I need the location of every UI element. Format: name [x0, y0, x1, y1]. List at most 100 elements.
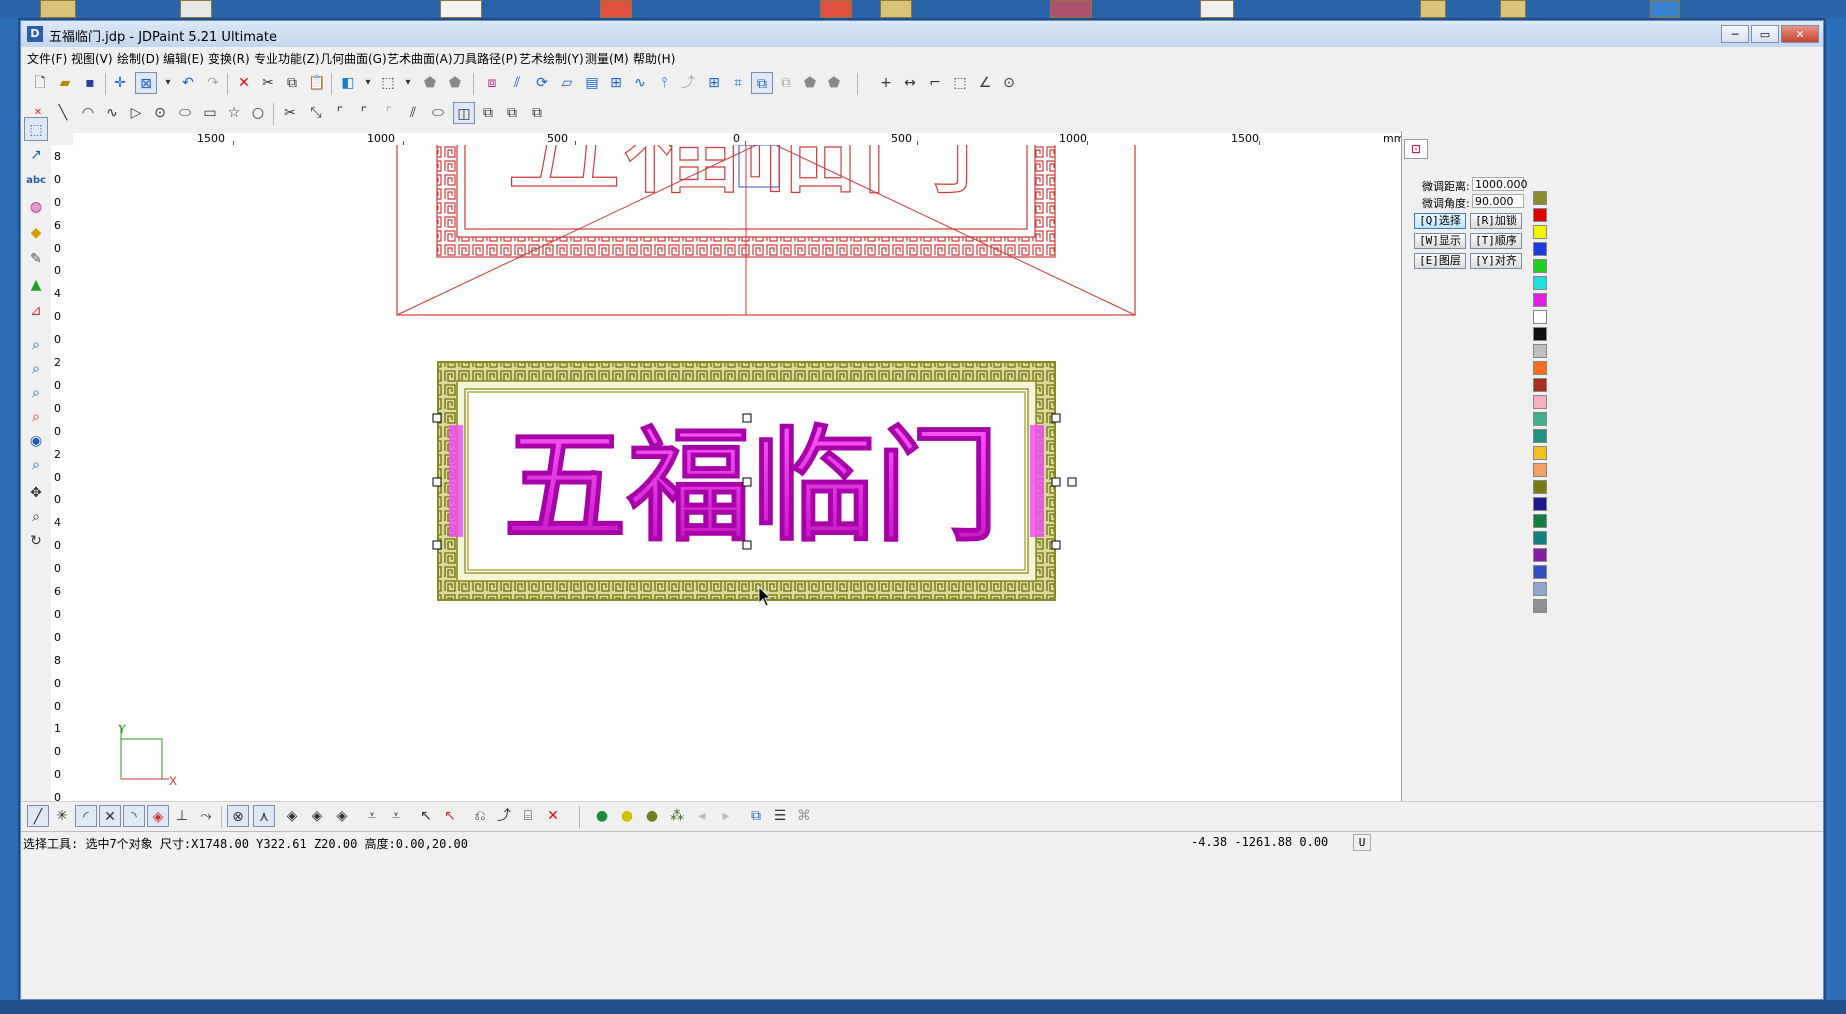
copy-icon[interactable]: ⧉: [281, 72, 303, 94]
node-diamond-alt-icon[interactable]: ◈: [306, 805, 328, 827]
angle-field[interactable]: 90.000: [1472, 194, 1524, 208]
snap-intersect-icon[interactable]: ✕: [99, 805, 121, 827]
menu-measure[interactable]: 测量(M): [585, 50, 629, 67]
undo-icon[interactable]: ↶: [177, 72, 199, 94]
ellipse-icon[interactable]: ⬭: [174, 102, 196, 124]
trim-curve-icon[interactable]: ✂: [279, 102, 301, 124]
circle-icon[interactable]: ○: [247, 102, 269, 124]
lamp-icon[interactable]: ⌘: [793, 805, 815, 827]
grid-icon[interactable]: ⊞: [703, 72, 725, 94]
menu-help[interactable]: 帮助(H): [633, 50, 675, 67]
color-swatch[interactable]: [1533, 582, 1547, 596]
copy-props-icon[interactable]: ⧉: [745, 805, 767, 827]
color-swatch[interactable]: [1533, 531, 1547, 545]
boolean-icon[interactable]: ⧉: [477, 102, 499, 124]
color-swatch[interactable]: [1533, 293, 1547, 307]
color-swatch[interactable]: [1533, 208, 1547, 222]
open-folder-icon[interactable]: ▰: [54, 72, 76, 94]
circle-center-icon[interactable]: ⊙: [149, 102, 171, 124]
crosshair-icon[interactable]: ✛: [109, 72, 131, 94]
snap-perpendicular-icon[interactable]: ⊥: [171, 805, 193, 827]
color-swatch[interactable]: [1533, 429, 1547, 443]
box-dropdown-icon[interactable]: ▾: [397, 72, 419, 94]
color-swatch[interactable]: [1533, 599, 1547, 613]
title-bar[interactable]: D 五福临门.jdp - JDPaint 5.21 Ultimate ─ ▭ ✕: [21, 21, 1823, 47]
corner-icon[interactable]: ⌜: [378, 102, 400, 124]
node-diamond-alt2-icon[interactable]: ◈: [331, 805, 353, 827]
point-icon[interactable]: +: [875, 72, 897, 94]
node-edit-icon[interactable]: ↗: [24, 143, 48, 167]
cut-icon[interactable]: ✂: [257, 72, 279, 94]
zoom-out-icon[interactable]: ⌕: [24, 357, 48, 381]
select-button[interactable]: [Q]选择: [1414, 213, 1466, 229]
zoom-in-icon[interactable]: ⌕: [24, 381, 48, 405]
group-icon[interactable]: ⧈: [481, 72, 503, 94]
select-box-icon[interactable]: ⊠: [135, 72, 157, 94]
color-swatch[interactable]: [1533, 395, 1547, 409]
menu-geometry-surface[interactable]: 几何曲面(G): [320, 50, 387, 67]
color-swatch[interactable]: [1533, 514, 1547, 528]
color-swatch[interactable]: [1533, 327, 1547, 341]
color-swatch[interactable]: [1533, 565, 1547, 579]
dimension-box-icon[interactable]: ⬚: [949, 72, 971, 94]
rotate-view-icon[interactable]: ↻: [24, 529, 48, 553]
units-mode-button[interactable]: U: [1353, 834, 1371, 851]
display-button[interactable]: [W]显示: [1414, 233, 1466, 249]
snap-icon[interactable]: ⌗: [727, 72, 749, 94]
menu-professional[interactable]: 专业功能(Z): [254, 50, 320, 67]
star-icon[interactable]: ☆: [223, 102, 245, 124]
snap-center-icon[interactable]: ◈: [147, 805, 169, 827]
trim-icon[interactable]: ⫯: [653, 72, 675, 94]
color-swatch[interactable]: [1533, 480, 1547, 494]
eraser-icon[interactable]: ✎: [24, 247, 48, 271]
menu-file[interactable]: 文件(F): [27, 50, 67, 67]
pick-icon[interactable]: ↖: [415, 805, 437, 827]
color-swatch[interactable]: [1533, 259, 1547, 273]
zoom-realtime-icon[interactable]: ⌕: [24, 505, 48, 529]
node-diamond-icon[interactable]: ◈: [281, 805, 303, 827]
color-swatch[interactable]: [1533, 548, 1547, 562]
view-dropdown-icon[interactable]: ▾: [357, 72, 379, 94]
arrow-left-icon[interactable]: ◂: [691, 805, 713, 827]
box-view-icon[interactable]: ⬚: [377, 72, 399, 94]
snap-nearest-icon[interactable]: ⤳: [195, 805, 217, 827]
snap-line-icon[interactable]: ╱: [27, 805, 49, 827]
layer-up-icon[interactable]: ⩡: [385, 805, 407, 827]
measure-tool-icon[interactable]: ⊿: [24, 299, 48, 323]
snap-arc-icon[interactable]: ◜: [75, 805, 97, 827]
color-swatch[interactable]: [1533, 310, 1547, 324]
edit-path-icon[interactable]: ⎌: [469, 805, 491, 827]
color-swatch[interactable]: [1533, 361, 1547, 375]
dimension-h-icon[interactable]: ↔: [899, 72, 921, 94]
minimize-button[interactable]: ─: [1721, 25, 1749, 43]
menu-view[interactable]: 视图(V): [71, 50, 113, 67]
layer-stack-alt-icon[interactable]: ⧉: [775, 72, 797, 94]
color-swatch[interactable]: [1533, 463, 1547, 477]
panel-tab-select[interactable]: ⊡: [1404, 139, 1428, 159]
polyline-icon[interactable]: ▷: [125, 102, 147, 124]
edit-text-icon[interactable]: ⌸: [517, 805, 539, 827]
new-file-icon[interactable]: 🗋: [29, 72, 51, 94]
curve-node-icon[interactable]: ∿: [629, 72, 651, 94]
mirror-icon[interactable]: ⫽: [506, 72, 528, 94]
menu-edit[interactable]: 编辑(E): [163, 50, 204, 67]
distance-field[interactable]: 1000.000: [1472, 177, 1528, 191]
eye-icon[interactable]: ◉: [24, 429, 48, 453]
menu-art-draw[interactable]: 艺术绘制(Y): [519, 50, 584, 67]
extend-icon[interactable]: ⤴: [677, 72, 699, 94]
zoom-all-icon[interactable]: ⌕: [24, 405, 48, 429]
shape-tool-icon[interactable]: ◍: [24, 195, 48, 219]
zoom-window-icon[interactable]: ⌕: [24, 333, 48, 357]
save-icon[interactable]: ▪: [79, 72, 101, 94]
menu-toolpath[interactable]: 刀具路径(P): [453, 50, 518, 67]
shade-alt-icon[interactable]: ⬟: [444, 72, 466, 94]
edit-curve-icon[interactable]: ⤴: [493, 805, 515, 827]
delete-icon[interactable]: ✕: [233, 72, 255, 94]
redo-icon[interactable]: ↷: [202, 72, 224, 94]
fill-tool-icon[interactable]: ◆: [24, 221, 48, 245]
angle-icon[interactable]: ∠: [974, 72, 996, 94]
color-swatch[interactable]: [1533, 497, 1547, 511]
array-icon[interactable]: ⊞: [605, 72, 627, 94]
bulb-group-icon[interactable]: ⁂: [666, 805, 688, 827]
color-swatch[interactable]: [1533, 412, 1547, 426]
